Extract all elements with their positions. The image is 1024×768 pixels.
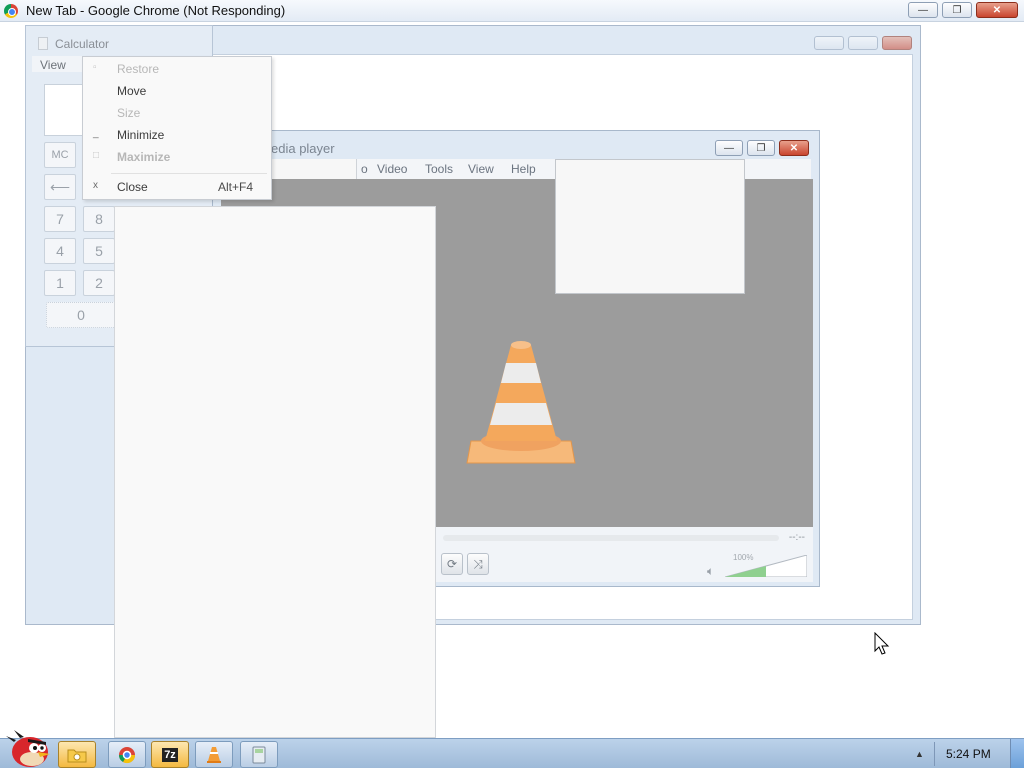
calculator-icon [252,746,266,763]
menu-item-label: Size [117,106,141,120]
window-controls: — ❐ ✕ [908,2,1018,18]
taskbar: 7z ▲ 5:24 PM [0,738,1024,768]
taskbar-chrome-button[interactable] [108,741,146,768]
vlc-icon [207,746,221,763]
ghost-maximize-button[interactable] [848,36,878,50]
ghost-window-controls [814,36,912,50]
key-backspace[interactable]: ⟵ [44,174,76,200]
key-0[interactable]: 0 [46,302,116,328]
menu-item-label: Close [117,180,148,194]
menu-item-label: Minimize [117,128,165,142]
menu-item-restore[interactable]: ▫ Restore [83,59,271,79]
menu-item-maximize[interactable]: □ Maximize [83,147,271,167]
vlc-cone-logo [466,341,576,464]
calculator-icon [38,37,48,50]
menu-separator [111,173,267,174]
vlc-menu-video[interactable]: Video [377,162,407,176]
restore-icon: ▫ [93,62,97,73]
minimize-icon: _ [93,128,99,139]
vlc-title: edia player [271,141,335,156]
menu-item-close[interactable]: x Close Alt+F4 [83,177,271,197]
shuffle-button[interactable]: ⤨ [467,553,489,575]
key-7[interactable]: 7 [44,206,76,232]
vlc-time-display: --:-- [788,532,805,543]
ghost-minimize-button[interactable] [814,36,844,50]
calculator-menu-view[interactable]: View [40,58,66,72]
show-desktop-button[interactable] [1010,739,1024,768]
chrome-titlebar[interactable]: New Tab - Google Chrome (Not Responding)… [0,0,1024,22]
key-8[interactable]: 8 [83,206,115,232]
menu-item-size[interactable]: Size [83,103,271,123]
key-4[interactable]: 4 [44,238,76,264]
menu-item-label: Restore [117,62,160,76]
taskbar-calculator-button[interactable] [240,741,278,768]
calculator-title: Calculator [55,37,110,51]
7zip-icon: 7z [162,747,178,762]
volume-slider[interactable] [725,555,807,577]
vlc-maximize-button[interactable]: ❐ [747,140,775,156]
vlc-minimize-button[interactable]: — [715,140,743,156]
vlc-close-button[interactable]: ✕ [779,140,809,156]
vlc-window-controls: — ❐ ✕ [715,140,809,156]
key-mc[interactable]: MC [44,142,76,168]
maximize-icon: □ [93,150,100,161]
menu-item-shortcut: Alt+F4 [217,180,253,194]
vlc-seek-bar[interactable] [443,535,779,541]
close-button[interactable]: ✕ [976,2,1018,18]
loop-button[interactable]: ⟳ [441,553,463,575]
vlc-menu-help[interactable]: Help [511,162,536,176]
key-5[interactable]: 5 [83,238,115,264]
vlc-menu-media[interactable]: o [361,162,368,176]
tray-expand-icon[interactable]: ▲ [915,749,924,759]
start-button-angry-bird-icon[interactable] [4,728,52,768]
menu-item-label: Move [117,84,147,98]
close-icon: x [93,180,98,191]
menu-item-label: Maximize [117,150,171,164]
loop-icon: ⟳ [446,557,458,571]
shuffle-icon: ⤨ [473,556,483,571]
frozen-blank-panel [114,206,436,738]
menu-item-move[interactable]: Move [83,81,271,101]
restore-button[interactable]: ❐ [942,2,972,18]
chrome-icon [4,4,18,18]
ghost-close-button[interactable] [882,36,912,50]
menu-item-minimize[interactable]: _ Minimize [83,125,271,145]
key-2[interactable]: 2 [83,270,115,296]
chrome-icon [118,746,136,763]
tray-divider [934,742,935,766]
taskbar-clock[interactable]: 5:24 PM [946,747,991,761]
system-context-menu: ▫ Restore Move Size _ Minimize □ Maximiz… [82,56,272,200]
folder-icon [67,749,87,762]
vlc-menu-tools[interactable]: Tools [425,162,453,176]
taskbar-vlc-button[interactable] [195,741,233,768]
minimize-button[interactable]: — [908,2,938,18]
window-title: New Tab - Google Chrome (Not Responding) [26,3,286,18]
key-1[interactable]: 1 [44,270,76,296]
vlc-menu-view[interactable]: View [468,162,494,176]
taskbar-7zip-button[interactable]: 7z [151,741,189,768]
mouse-cursor-icon [874,632,890,655]
taskbar-folder-button[interactable] [58,741,96,768]
speaker-icon[interactable]: 🔈︎ [707,564,714,579]
vlc-popup-panel [555,159,745,294]
